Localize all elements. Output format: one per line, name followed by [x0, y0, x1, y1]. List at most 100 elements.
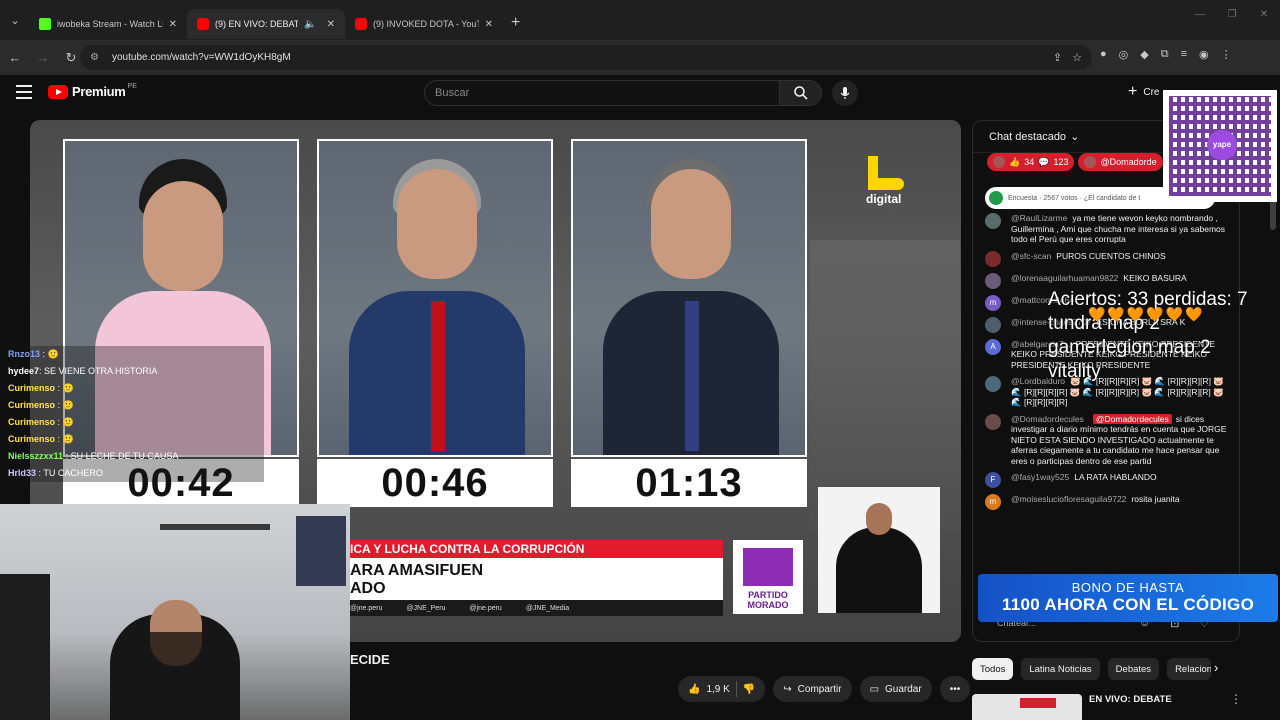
message-author[interactable]: @lorenaaguilarhuaman9822	[1011, 273, 1118, 283]
chat-user: Nielsszzxx11	[8, 451, 64, 461]
tab-search-dropdown[interactable]: ⌄	[1, 6, 29, 34]
avatar[interactable]: A	[985, 338, 1001, 355]
avatar[interactable]: m	[985, 494, 1001, 510]
youtube-logo[interactable]: Premium PE	[48, 83, 137, 99]
video-thumbnail[interactable]	[972, 694, 1082, 720]
chat-text: :	[57, 383, 61, 393]
speaker-sub: ADO	[350, 580, 386, 597]
chat-text: : TU CACHERO	[38, 468, 103, 478]
like-count[interactable]: 1,9 K	[706, 684, 729, 695]
maximize-icon[interactable]: ❐	[1216, 0, 1248, 28]
recommended-title[interactable]: EN VIVO: DEBATE	[1089, 694, 1172, 705]
back-icon[interactable]: ←	[2, 45, 28, 71]
tab-invoked-dota[interactable]: (9) INVOKED DOTA - YouTube ✕	[345, 9, 503, 39]
voice-search-button[interactable]	[832, 80, 858, 106]
chat-user: Curimenso	[8, 417, 56, 427]
thumbs-up-icon[interactable]: 👍	[688, 684, 700, 695]
close-window-icon[interactable]: ✕	[1248, 0, 1280, 28]
site-info-icon[interactable]: ⚙	[90, 52, 102, 64]
avatar[interactable]	[985, 413, 1001, 430]
address-bar[interactable]: ⚙ youtube.com/watch?v=WW1dOyKH8gM ⇪ ☆	[80, 45, 1092, 70]
chip-count: 34	[1024, 157, 1035, 167]
youtube-favicon-icon	[197, 18, 209, 30]
chat-message: @RaulLizarme ya me tiene wevon keyko nomb…	[985, 213, 1227, 245]
message-author[interactable]: @moiseslucioflores​aguila9722	[1011, 494, 1126, 504]
menu-dots-icon[interactable]: ⋮	[1221, 48, 1232, 61]
avatar[interactable]	[985, 316, 1001, 333]
speaker-name: ARA AMASIFUEN	[350, 562, 484, 579]
avatar[interactable]	[985, 250, 1001, 267]
tiktok-handle: @jne.peru	[469, 604, 502, 612]
menu-icon[interactable]	[16, 85, 32, 99]
avatar[interactable]	[985, 272, 1001, 289]
mention-tag[interactable]: @Domadordecules	[1092, 413, 1172, 424]
thumbs-up-icon: 👍	[1009, 156, 1021, 167]
filter-chip-related[interactable]: Relacion	[1167, 658, 1212, 680]
minimize-icon[interactable]: —	[1184, 0, 1216, 28]
speaker-icon[interactable]: 🔈	[304, 19, 316, 30]
new-tab-icon[interactable]: +	[511, 14, 520, 32]
message-author[interactable]: @fasy1way525	[1011, 472, 1069, 482]
search-button[interactable]	[780, 80, 822, 106]
extension-icon[interactable]: ●	[1100, 48, 1107, 61]
close-icon[interactable]: ✕	[485, 19, 493, 30]
brand-label: Premium	[72, 84, 126, 99]
browser-toolbar: ← → ↻ ⚙ youtube.com/watch?v=WW1dOyKH8gM …	[0, 40, 1280, 75]
message-author[interactable]: @Domadordecules	[1011, 414, 1084, 424]
bookmark-star-icon[interactable]: ☆	[1072, 51, 1082, 64]
tab-kick-stream[interactable]: iwobeka Stream - Watch Live o ✕	[29, 9, 187, 39]
avatar[interactable]	[985, 376, 1001, 392]
chat-message: m @moiseslucioflores​aguila9722 rosita ju…	[985, 494, 1227, 510]
chevron-down-icon: ⌄	[1070, 131, 1080, 143]
close-icon[interactable]: ✕	[169, 19, 177, 30]
user-chip[interactable]: @Domadorde	[1078, 153, 1163, 171]
youtube-play-icon	[48, 84, 68, 99]
media-controls-icon[interactable]: ≡	[1181, 48, 1187, 61]
avatar	[993, 156, 1005, 168]
forward-icon[interactable]: →	[30, 45, 56, 71]
related-filter-chips: Todos Latina Noticias Debates Relacion	[972, 658, 1212, 680]
recommended-video[interactable]: EN VIVO: DEBATE ⋮	[972, 692, 1272, 720]
browser-tab-bar: ⌄ iwobeka Stream - Watch Live o ✕ (9) EN…	[0, 0, 1280, 40]
message-author[interactable]: @RaulLizarme	[1011, 213, 1067, 223]
chat-message: @lorenaaguilarhuaman9822 KEIKO BASURA	[985, 272, 1227, 289]
promo-line-1: BONO DE HASTA	[1071, 580, 1185, 595]
filter-chip-debates[interactable]: Debates	[1107, 658, 1160, 680]
stream-stats-overlay: Aciertos: 33 perdidas: 7 tundra map 2 ga…	[1048, 288, 1248, 384]
youtube-favicon-icon	[355, 18, 367, 30]
chat-user: Hrld33	[8, 468, 37, 478]
message-author[interactable]: @sfc-scan	[1011, 251, 1051, 261]
close-icon[interactable]: ✕	[327, 19, 335, 30]
install-icon[interactable]: ⇪	[1053, 51, 1062, 64]
extension-icon[interactable]: ◎	[1119, 48, 1129, 61]
chat-text: : SE VIENE OTRA HISTORIA	[39, 366, 158, 376]
avatar[interactable]: m	[985, 294, 1001, 311]
avatar[interactable]	[985, 213, 1001, 229]
chat-user: Curimenso	[8, 400, 56, 410]
window-controls: — ❐ ✕	[1184, 0, 1280, 28]
avatar[interactable]: F	[985, 472, 1001, 488]
poll-text: Encuesta · 2567 votos · ¿El candidato de…	[1008, 194, 1141, 202]
stream-chat-overlay: Rnzo13 : 🙂 hydee7: SE VIENE OTRA HISTORI…	[4, 346, 264, 482]
stream-chat-line: Nielsszzxx11 : SU LECHE DE TU CAUSA	[4, 448, 264, 465]
filter-chip-latina[interactable]: Latina Noticias	[1021, 658, 1100, 680]
like-dislike-group: 👍 1,9 K 👎	[678, 676, 766, 702]
profile-avatar[interactable]: ◉	[1199, 48, 1209, 61]
chevron-right-icon[interactable]: ›	[1214, 660, 1218, 675]
share-button[interactable]: ↪ Compartir	[773, 676, 852, 702]
search-input[interactable]: Buscar	[424, 80, 780, 106]
chat-message: F @fasy1way525 LA RATA HABLANDO	[985, 472, 1227, 488]
tab-debate-youtube[interactable]: (9) EN VIVO: DEBATE PRESI 🔈 ✕	[187, 9, 345, 39]
puzzle-icon[interactable]: ⧉	[1161, 48, 1169, 61]
reaction-chip[interactable]: 👍 34 💬 123	[987, 153, 1075, 171]
thumbs-down-icon[interactable]: 👎	[743, 684, 755, 695]
stream-chat-line: Curimenso : 🙂	[4, 414, 264, 431]
save-button[interactable]: ▭ Guardar	[859, 676, 932, 702]
more-options-icon[interactable]: ⋮	[1230, 692, 1242, 706]
extension-icon[interactable]: ◆	[1140, 48, 1148, 61]
create-button[interactable]: + Cre	[1128, 83, 1159, 101]
tab-label: (9) INVOKED DOTA - YouTube	[373, 19, 479, 29]
emote-icon: 🙂	[62, 417, 74, 427]
more-actions-button[interactable]: •••	[939, 676, 971, 702]
filter-chip-todos[interactable]: Todos	[972, 658, 1014, 680]
